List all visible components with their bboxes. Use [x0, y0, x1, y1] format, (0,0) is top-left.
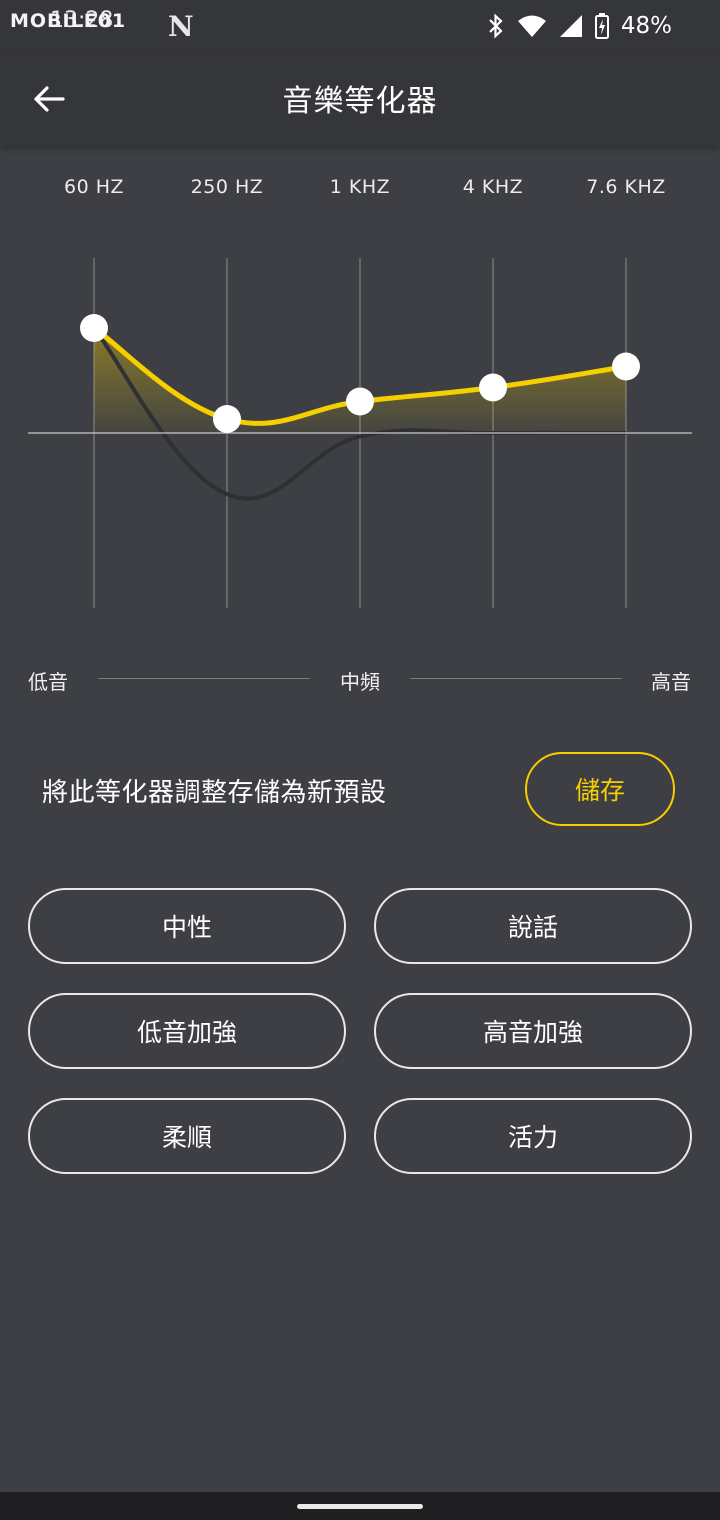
- band-handle-1[interactable]: [213, 405, 241, 433]
- band-label-7-6khz: 7.6 KHZ: [586, 176, 666, 198]
- save-preset-prompt: 將此等化器調整存儲為新預設: [42, 778, 387, 808]
- navigation-bar: [0, 1492, 720, 1520]
- status-bar: 13:28 MOBILE01 N 48%: [0, 0, 720, 52]
- band-handle-2[interactable]: [346, 387, 374, 416]
- status-icons: 48%: [487, 8, 672, 44]
- band-label-1khz: 1 KHZ: [329, 176, 391, 198]
- preset-neutral-button[interactable]: 中性: [28, 888, 346, 964]
- range-low-label: 低音: [28, 670, 68, 694]
- band-handle-0[interactable]: [80, 314, 108, 342]
- netflix-icon: N: [168, 10, 194, 43]
- band-handle-4[interactable]: [612, 352, 640, 381]
- preset-smooth-button[interactable]: 柔順: [28, 1098, 346, 1174]
- band-handle-3[interactable]: [479, 373, 507, 402]
- battery-percent: 48%: [620, 13, 672, 39]
- preset-bass-boost-button[interactable]: 低音加強: [28, 993, 346, 1069]
- band-label-250hz: 250 HZ: [190, 176, 264, 198]
- preset-treble-boost-button[interactable]: 高音加強: [374, 993, 692, 1069]
- watermark-logo: MOBILE01: [10, 10, 127, 32]
- app-bar: 音樂等化器: [0, 52, 720, 146]
- home-gesture-handle[interactable]: [297, 1504, 423, 1509]
- save-button[interactable]: 儲存: [525, 752, 675, 826]
- preset-energetic-button[interactable]: 活力: [374, 1098, 692, 1174]
- band-label-60hz: 60 HZ: [63, 176, 125, 198]
- range-high-label: 高音: [651, 670, 691, 694]
- wifi-icon: [517, 15, 546, 37]
- preset-speech-button[interactable]: 說話: [374, 888, 692, 964]
- range-mid-label: 中頻: [340, 670, 380, 694]
- screen: 13:28 MOBILE01 N 48% 音樂等化器 60 HZ 250 HZ …: [0, 0, 720, 1520]
- bluetooth-icon: [489, 13, 503, 39]
- range-indicator: 低音 中頻 高音: [0, 660, 720, 700]
- equalizer-graph[interactable]: [0, 240, 720, 620]
- signal-icon: [559, 15, 582, 37]
- battery-charging-icon: [594, 13, 609, 39]
- range-divider-right: [410, 678, 622, 679]
- frequency-labels: 60 HZ 250 HZ 1 KHZ 4 KHZ 7.6 KHZ: [0, 176, 720, 206]
- page-title: 音樂等化器: [282, 84, 438, 119]
- range-divider-left: [98, 678, 310, 679]
- band-label-4khz: 4 KHZ: [462, 176, 524, 198]
